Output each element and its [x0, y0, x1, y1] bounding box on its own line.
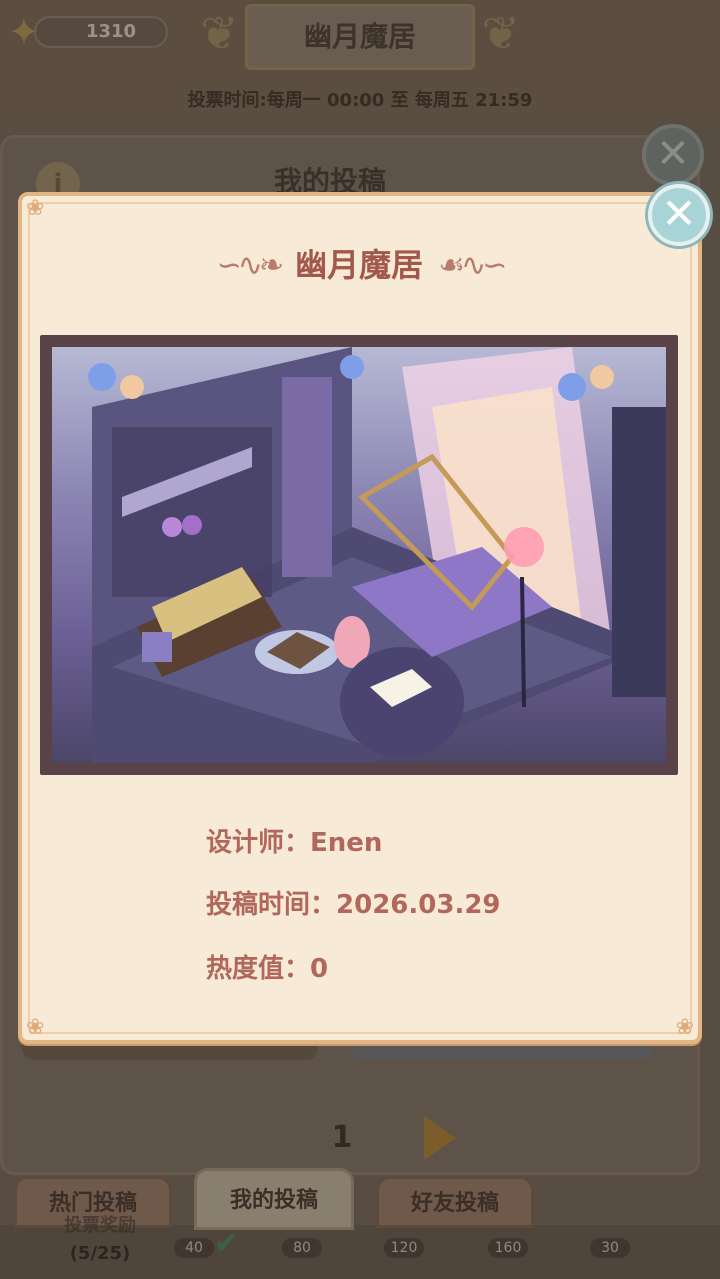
- room-preview-image[interactable]: [52, 347, 666, 763]
- submit-time-info: 投稿时间：2026.03.29: [206, 884, 501, 921]
- designer-name: Enen: [310, 828, 383, 858]
- corner-ornament-icon: ❀: [26, 1015, 45, 1040]
- designer-info: 设计师：Enen: [206, 822, 382, 859]
- room-preview-frame: [40, 335, 678, 775]
- title-swirl-left-icon: ∽∿❧: [216, 247, 284, 283]
- submit-time-label: 投稿时间：: [206, 890, 337, 920]
- heat-value: 0: [310, 954, 329, 984]
- room-illustration: [88, 347, 666, 763]
- heat-info: 热度值：0: [206, 948, 328, 985]
- modal-title-row: ∽∿❧ 幽月魔居 ☙∿∽: [18, 238, 702, 292]
- title-swirl-right-icon: ☙∿∽: [438, 247, 507, 283]
- submit-date: 2026.03.29: [336, 890, 501, 920]
- heat-label: 热度值：: [206, 954, 311, 984]
- modal-title: 幽月魔居: [295, 246, 424, 284]
- corner-ornament-icon: ❀: [26, 196, 45, 221]
- corner-ornament-icon: ❀: [675, 1015, 694, 1040]
- designer-label: 设计师：: [206, 828, 311, 858]
- close-modal-button[interactable]: ✕: [648, 184, 710, 246]
